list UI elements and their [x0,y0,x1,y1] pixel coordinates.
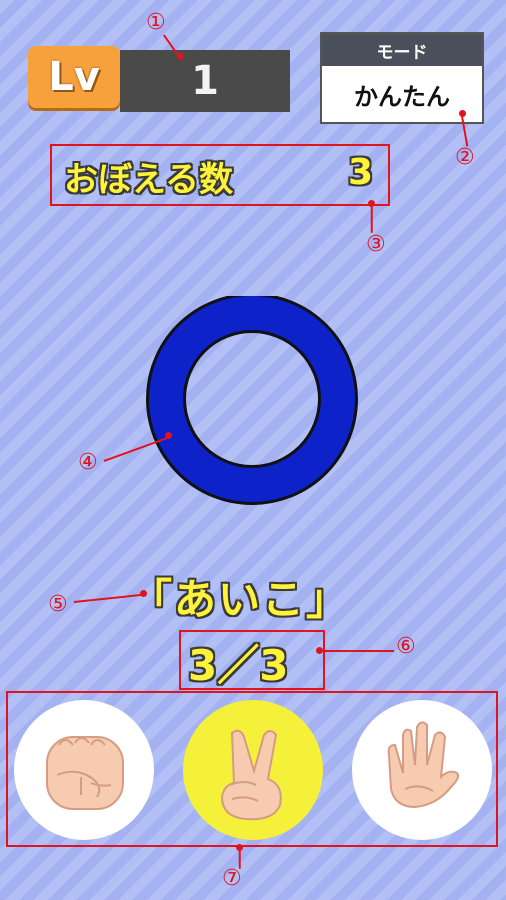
mode-title: モード [376,42,428,63]
level-label-badge: Lv [28,46,120,108]
rock-button[interactable] [14,700,154,840]
result-text: 「あいこ」 [130,575,351,624]
scissors-hand-icon [220,729,282,821]
callout-1-dot [177,53,184,60]
callout-3-leader [371,204,373,233]
level-value-box: 1 [120,50,290,112]
callout-2-dot [459,110,466,117]
callout-3: ③ [366,232,386,257]
level-display: Lv 1 [28,46,290,112]
progress-text: 3／3 [188,641,289,690]
callout-6-leader [320,650,394,652]
callout-1: ① [146,10,166,35]
callout-7-leader [239,848,241,869]
callout-6-dot [316,647,323,654]
paper-hand-icon [387,721,460,809]
callout-7-dot [236,844,243,851]
mode-title-bar: モード [322,34,482,66]
callout-5: ⑤ [48,592,68,617]
level-label: Lv [48,54,100,100]
level-value: 1 [191,58,219,104]
memory-count-value: 3 [348,152,374,193]
callout-4: ④ [78,450,98,475]
callout-2: ② [455,145,475,170]
memory-count-label: おぼえる数 [64,160,233,200]
mode-value: かんたん [354,82,450,111]
circle-mark-icon [146,296,358,505]
callout-3-dot [368,200,375,207]
scissors-button[interactable] [183,700,323,840]
mode-value-area: かんたん [322,66,482,122]
paper-button[interactable] [352,700,492,840]
callout-5-dot [140,590,147,597]
rock-hand-icon [46,736,124,810]
callout-7: ⑦ [222,866,242,891]
callout-4-dot [165,432,172,439]
callout-6: ⑥ [396,634,416,659]
